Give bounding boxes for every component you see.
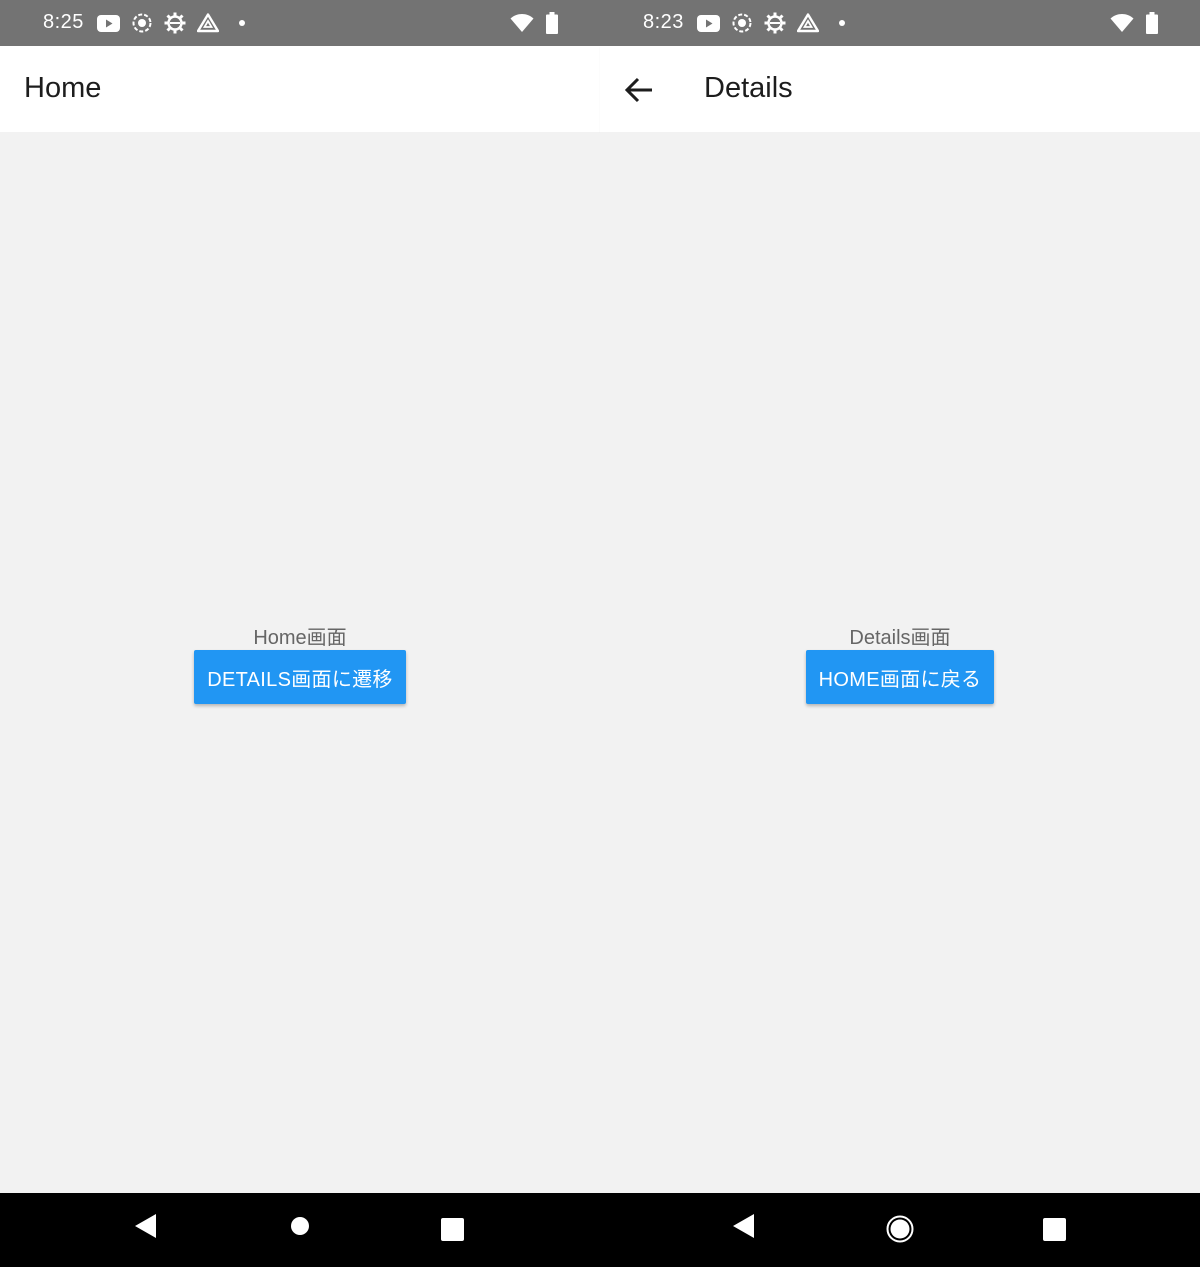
- status-icons: [697, 12, 848, 34]
- status-icons: [97, 12, 248, 34]
- home-icon[interactable]: [290, 1216, 310, 1236]
- page-title: Home: [24, 72, 102, 104]
- record-icon: [731, 12, 753, 34]
- recents-icon[interactable]: [1043, 1218, 1066, 1241]
- drive-icon: [797, 13, 819, 33]
- content-area: Home画面 DETAILS画面に遷移: [0, 132, 600, 1193]
- go-to-details-button[interactable]: DETAILS画面に遷移: [194, 650, 406, 704]
- navigation-bar: [600, 1193, 1200, 1267]
- navigation-bar: [0, 1193, 600, 1267]
- back-icon[interactable]: [134, 1213, 158, 1239]
- status-time: 8:25: [43, 11, 84, 33]
- status-bar: 8:23: [600, 0, 1200, 46]
- status-right-icons: [510, 12, 558, 34]
- youtube-icon: [697, 14, 720, 32]
- home-screen: 8:25 Home Home画面 DETAILS画面に遷移: [0, 0, 600, 1267]
- dot-icon: [230, 18, 248, 28]
- wifi-icon: [510, 13, 534, 33]
- wifi-icon: [1110, 13, 1134, 33]
- app-bar: Details: [600, 46, 1200, 132]
- battery-icon: [1146, 12, 1158, 34]
- center-block: Home画面 DETAILS画面に遷移: [0, 626, 600, 704]
- details-screen: 8:23 Details Details画面 HOME画面に戻る: [600, 0, 1200, 1267]
- status-time: 8:23: [643, 11, 684, 33]
- content-area: Details画面 HOME画面に戻る: [600, 132, 1200, 1193]
- screen-label: Home画面: [253, 627, 347, 649]
- center-block: Details画面 HOME画面に戻る: [600, 626, 1200, 704]
- status-bar: 8:25: [0, 0, 600, 46]
- status-right-icons: [1110, 12, 1158, 34]
- app-bar: Home: [0, 46, 600, 132]
- home-icon[interactable]: [886, 1215, 914, 1243]
- settings-gear-icon: [164, 12, 186, 34]
- battery-icon: [546, 12, 558, 34]
- stage: 8:25 Home Home画面 DETAILS画面に遷移 8:23 Detai…: [0, 0, 1200, 1267]
- screen-label: Details画面: [849, 627, 951, 649]
- arrow-back-icon[interactable]: [622, 73, 656, 107]
- settings-gear-icon: [764, 12, 786, 34]
- record-icon: [131, 12, 153, 34]
- youtube-icon: [97, 14, 120, 32]
- drive-icon: [197, 13, 219, 33]
- page-title: Details: [704, 72, 793, 104]
- dot-icon: [830, 18, 848, 28]
- recents-icon[interactable]: [441, 1218, 464, 1241]
- back-icon[interactable]: [732, 1213, 756, 1239]
- back-to-home-button[interactable]: HOME画面に戻る: [805, 650, 995, 704]
